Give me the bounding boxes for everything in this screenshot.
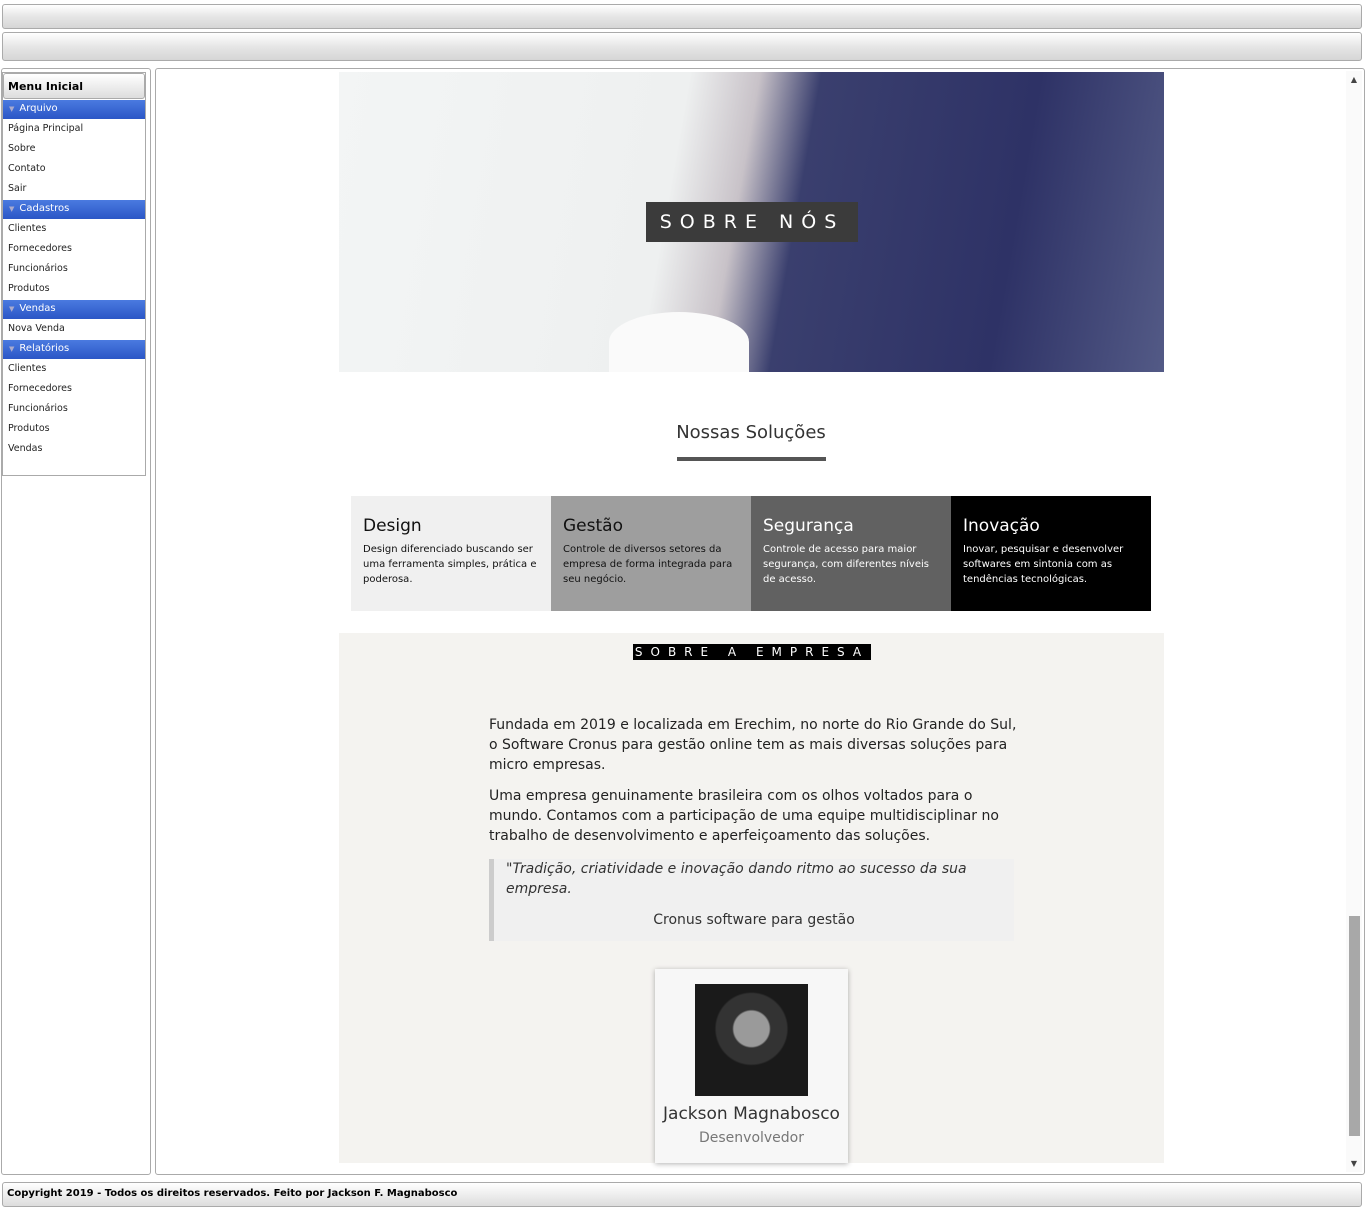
menu-item[interactable]: Clientes [3,359,145,379]
menu-item[interactable]: Sobre [3,139,145,159]
top-toolbar [2,4,1362,29]
secondary-toolbar [2,32,1362,61]
menu-group-label: Cadastros [19,203,70,214]
expand-triangle-icon: ▼ [9,305,15,313]
menu-group-relatórios[interactable]: ▼ Relatórios [3,340,145,359]
scroll-down-arrow-icon[interactable]: ▼ [1346,1159,1362,1168]
profile-photo [695,984,808,1096]
quote-block: "Tradição, criatividade e inovação dando… [489,859,1014,941]
card-title: Design [363,516,422,536]
about-label: SOBRE A EMPRESA [633,644,871,660]
title-underline [677,457,826,461]
menu-group-vendas[interactable]: ▼ Vendas [3,300,145,319]
menu-item[interactable]: Fornecedores [3,379,145,399]
card-text: Controle de diversos setores da empresa … [563,544,733,585]
solutions-title: Nossas Soluções [676,422,826,443]
scrollbar-thumb[interactable] [1349,916,1360,1136]
menu-item[interactable]: Funcionários [3,399,145,419]
sidebar-menu: Menu Inicial ▼ Arquivo Página Principal Sob… [2,72,146,476]
menu-item[interactable]: Sair [3,179,145,199]
menu-item[interactable]: Página Principal [3,119,145,139]
about-paragraph: Uma empresa genuinamente brasileira com … [489,788,999,844]
card-text: Design diferenciado buscando ser uma fer… [363,544,537,585]
about-paragraph: Fundada em 2019 e localizada em Erechim,… [489,717,1017,773]
expand-triangle-icon: ▼ [9,205,15,213]
quote-source: Cronus software para gestão [653,912,855,928]
menu-group-label: Arquivo [19,103,58,114]
menu-group-label: Vendas [19,303,56,314]
menu-item[interactable]: Fornecedores [3,239,145,259]
solution-card: Segurança Controle de acesso para maior s… [751,496,951,611]
main-content: SOBRE NÓS Nossas Soluções Design Design d… [155,68,1365,1175]
profile-name: Jackson Magnabosco [663,1104,840,1124]
menu-item[interactable]: Produtos [3,279,145,299]
menu-group-label: Relatórios [19,343,70,354]
scroll-up-arrow-icon[interactable]: ▲ [1346,75,1362,84]
menu-group-arquivo[interactable]: ▼ Arquivo [3,100,145,119]
expand-triangle-icon: ▼ [9,105,15,113]
about-section: SOBRE A EMPRESA Fundada em 2019 e locali… [339,633,1164,1163]
coffee-cup-graphic [609,312,749,372]
card-title: Inovação [963,516,1040,536]
menu-item[interactable]: Contato [3,159,145,179]
card-title: Gestão [563,516,623,536]
solution-card: Design Design diferenciado buscando ser u… [351,496,551,611]
profile-role: Desenvolvedor [698,1130,805,1146]
menu-item[interactable]: Vendas [3,439,145,459]
quote-text: "Tradição, criatividade e inovação dando… [506,861,967,897]
solution-card: Gestão Controle de diversos setores da em… [551,496,751,611]
card-text: Controle de acesso para maior segurança,… [763,544,929,585]
menu-item[interactable]: Funcionários [3,259,145,279]
menu-item[interactable]: Nova Venda [3,319,145,339]
menu-group-cadastros[interactable]: ▼ Cadastros [3,200,145,219]
vertical-scrollbar[interactable]: ▲ ▼ [1346,71,1362,1172]
expand-triangle-icon: ▼ [9,345,15,353]
footer: Copyright 2019 - Todos os direitos reser… [2,1182,1362,1207]
menu-item[interactable]: Clientes [3,219,145,239]
hero-title: SOBRE NÓS [646,202,858,242]
solution-card: Inovação Inovar, pesquisar e desenvolver … [951,496,1151,611]
card-title: Segurança [763,516,854,536]
menu-title: Menu Inicial [3,73,145,99]
card-text: Inovar, pesquisar e desenvolver software… [963,544,1124,585]
profile-card: Jackson Magnabosco Desenvolvedor [655,969,848,1163]
hero-image: SOBRE NÓS [339,72,1164,372]
menu-item[interactable]: Produtos [3,419,145,439]
